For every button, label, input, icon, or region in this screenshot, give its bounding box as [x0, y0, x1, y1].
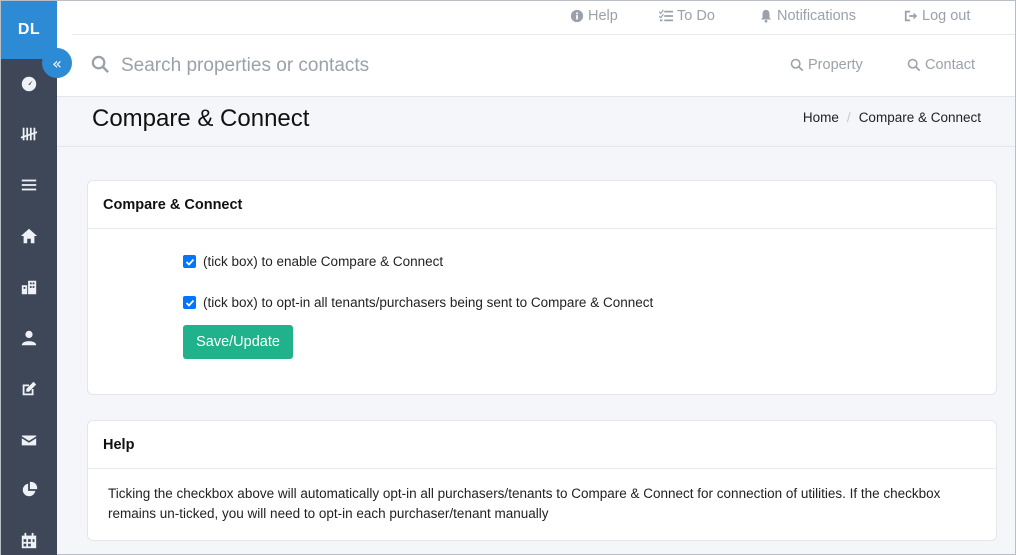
help-text: Ticking the checkbox above will automati… [108, 486, 941, 521]
sidebar-item-tally[interactable] [1, 114, 57, 154]
contact-filter-label: Contact [925, 57, 975, 73]
settings-card-title: Compare & Connect [88, 181, 996, 229]
sidebar-item-list[interactable] [1, 165, 57, 205]
enable-checkbox[interactable] [183, 255, 196, 268]
bell-icon [760, 9, 772, 23]
search-bar: Property Contact [57, 35, 1015, 97]
enable-option: (tick box) to enable Compare & Connect [183, 254, 443, 269]
search-icon [91, 55, 110, 79]
optin-checkbox[interactable] [183, 296, 196, 309]
sidebar-item-mail[interactable] [1, 420, 57, 460]
logout-label: Log out [922, 8, 971, 24]
breadcrumb: Home / Compare & Connect [803, 110, 981, 125]
property-filter-label: Property [808, 57, 863, 73]
header-divider [57, 146, 1015, 147]
search-input[interactable] [121, 53, 571, 79]
notifications-label: Notifications [777, 8, 856, 24]
tally-icon [20, 127, 38, 141]
sidebar-item-buildings[interactable] [1, 267, 57, 307]
todo-link[interactable]: To Do [659, 8, 715, 24]
topbar: Help To Do Notifications Log out Propert… [57, 1, 1015, 97]
search-icon [790, 58, 804, 72]
checkmark-icon [185, 258, 194, 266]
pie-chart-icon [22, 481, 38, 497]
search-icon [907, 58, 921, 72]
collapse-sidebar-button[interactable]: « [42, 48, 72, 78]
sidebar-item-edit[interactable] [1, 369, 57, 409]
sidebar-item-calendar[interactable] [1, 521, 57, 555]
notifications-link[interactable]: Notifications [759, 8, 856, 24]
sidebar-item-contacts[interactable] [1, 318, 57, 358]
enable-checkbox-label[interactable]: (tick box) to enable Compare & Connect [203, 254, 443, 269]
breadcrumb-separator: / [846, 110, 851, 125]
contact-filter-button[interactable]: Contact [907, 57, 975, 73]
breadcrumb-current: Compare & Connect [858, 110, 981, 125]
checklist-icon [659, 9, 673, 22]
calendar-icon [21, 532, 37, 549]
logout-icon [904, 10, 918, 22]
page-title: Compare & Connect [92, 105, 310, 132]
optin-checkbox-label[interactable]: (tick box) to opt-in all tenants/purchas… [203, 295, 653, 310]
double-chevron-left-icon: « [52, 53, 62, 73]
breadcrumb-home[interactable]: Home [803, 110, 839, 125]
list-icon [21, 179, 37, 191]
sidebar-item-reports[interactable] [1, 470, 57, 510]
settings-card: Compare & Connect (tick box) to enable C… [87, 180, 997, 395]
info-icon [570, 9, 584, 23]
save-update-button[interactable]: Save/Update [183, 325, 293, 359]
sidebar-item-home[interactable] [1, 216, 57, 256]
user-icon [21, 330, 37, 346]
envelope-icon [21, 435, 37, 446]
help-link[interactable]: Help [570, 8, 618, 24]
help-card-title: Help [88, 421, 996, 469]
building-icon [21, 280, 37, 295]
sidebar: DL [1, 1, 57, 555]
checkmark-icon [185, 299, 194, 307]
help-label: Help [588, 8, 618, 24]
help-card: Help Ticking the checkbox above will aut… [87, 420, 997, 541]
optin-option: (tick box) to opt-in all tenants/purchas… [183, 295, 653, 310]
home-icon [20, 228, 38, 244]
todo-label: To Do [677, 8, 715, 24]
logout-link[interactable]: Log out [904, 8, 970, 24]
dashboard-icon [21, 76, 37, 92]
edit-icon [22, 381, 37, 396]
property-filter-button[interactable]: Property [790, 57, 863, 73]
top-links: Help To Do Notifications Log out [72, 1, 1015, 35]
